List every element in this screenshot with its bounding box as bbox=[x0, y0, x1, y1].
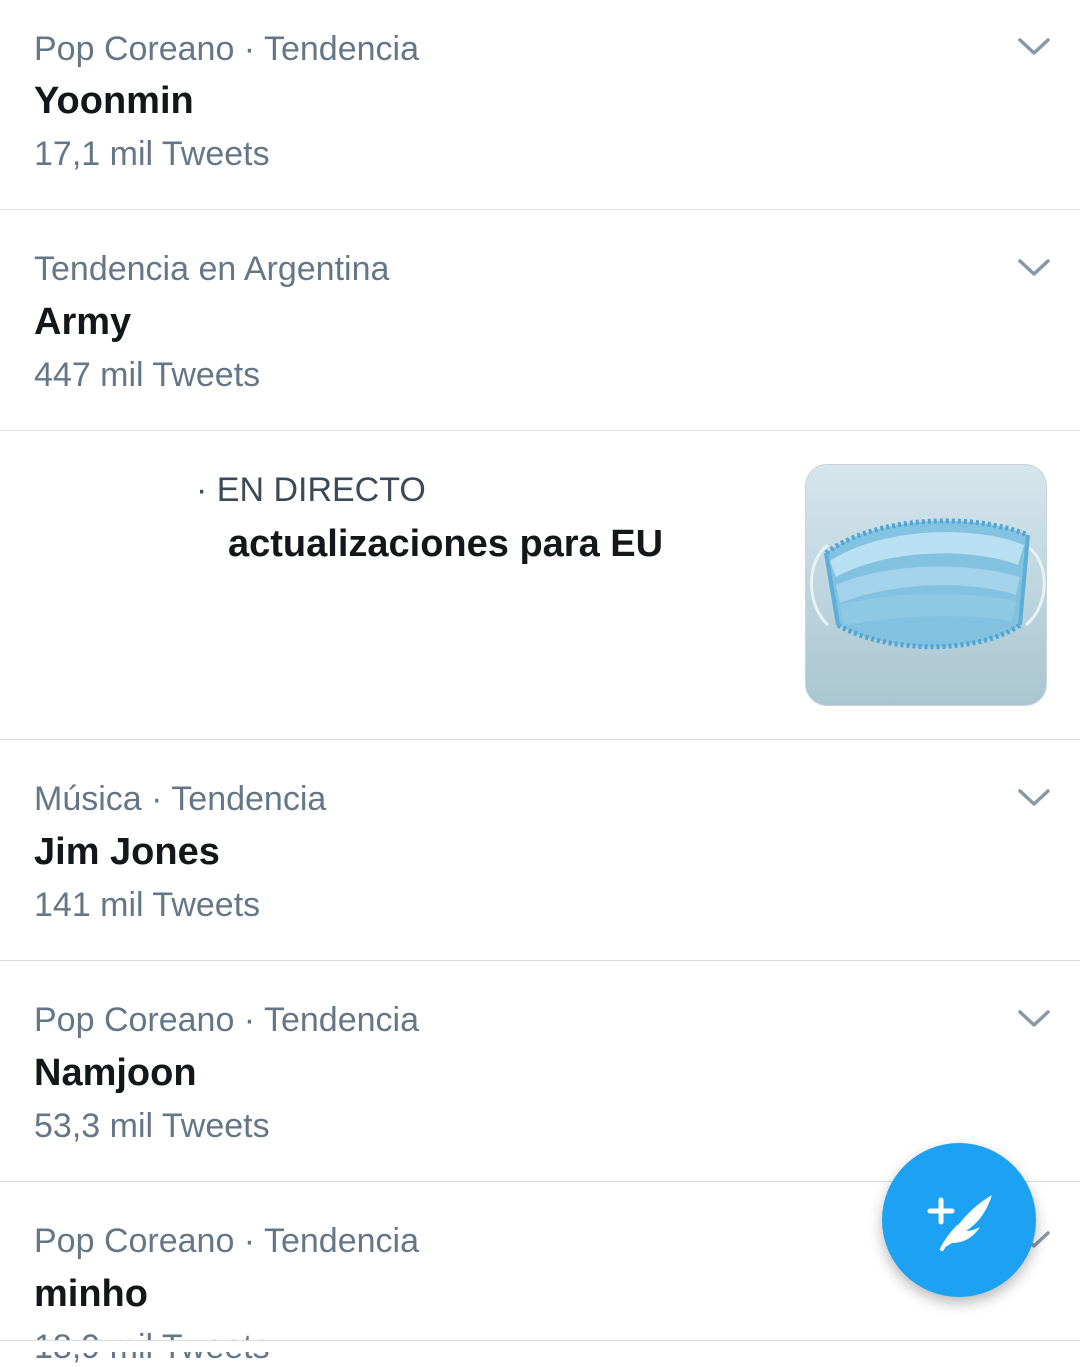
trend-item[interactable]: Música · Tendencia Jim Jones 141 mil Twe… bbox=[0, 740, 1080, 961]
face-mask-image[interactable] bbox=[805, 464, 1047, 706]
trend-context: Tendencia en Argentina bbox=[34, 250, 390, 288]
chevron-down-icon[interactable] bbox=[1016, 1006, 1052, 1030]
trend-context: Pop Coreano · Tendencia bbox=[34, 1001, 419, 1039]
trend-context: Pop Coreano · Tendencia bbox=[34, 1222, 419, 1260]
trend-tweet-count: 17,1 mil Tweets bbox=[34, 135, 270, 173]
trend-tweet-count: 447 mil Tweets bbox=[34, 356, 261, 394]
trend-title: Namjoon bbox=[34, 1052, 197, 1094]
chevron-down-icon[interactable] bbox=[1016, 255, 1052, 279]
trend-tweet-count: 141 mil Tweets bbox=[34, 886, 261, 924]
chevron-down-icon[interactable] bbox=[1016, 34, 1052, 58]
trend-context: Música · Tendencia bbox=[34, 780, 327, 818]
trend-title: Army bbox=[34, 301, 132, 343]
live-event-title: actualizaciones para EU bbox=[228, 523, 664, 565]
trend-context: Pop Coreano · Tendencia bbox=[34, 30, 419, 68]
trend-item[interactable]: Pop Coreano · Tendencia Yoonmin 17,1 mil… bbox=[0, 0, 1080, 210]
trend-item[interactable]: Tendencia en Argentina Army 447 mil Twee… bbox=[0, 210, 1080, 431]
trend-title: minho bbox=[34, 1273, 148, 1315]
live-event-status: · EN DIRECTO bbox=[196, 471, 426, 509]
trend-title: Yoonmin bbox=[34, 80, 194, 122]
trend-tweet-count: 53,3 mil Tweets bbox=[34, 1107, 270, 1145]
compose-tweet-icon bbox=[927, 1195, 992, 1251]
trend-title: Jim Jones bbox=[34, 831, 220, 873]
chevron-down-icon[interactable] bbox=[1016, 785, 1052, 809]
viewport-edge bbox=[0, 1341, 1080, 1352]
compose-tweet-button[interactable] bbox=[882, 1143, 1036, 1297]
